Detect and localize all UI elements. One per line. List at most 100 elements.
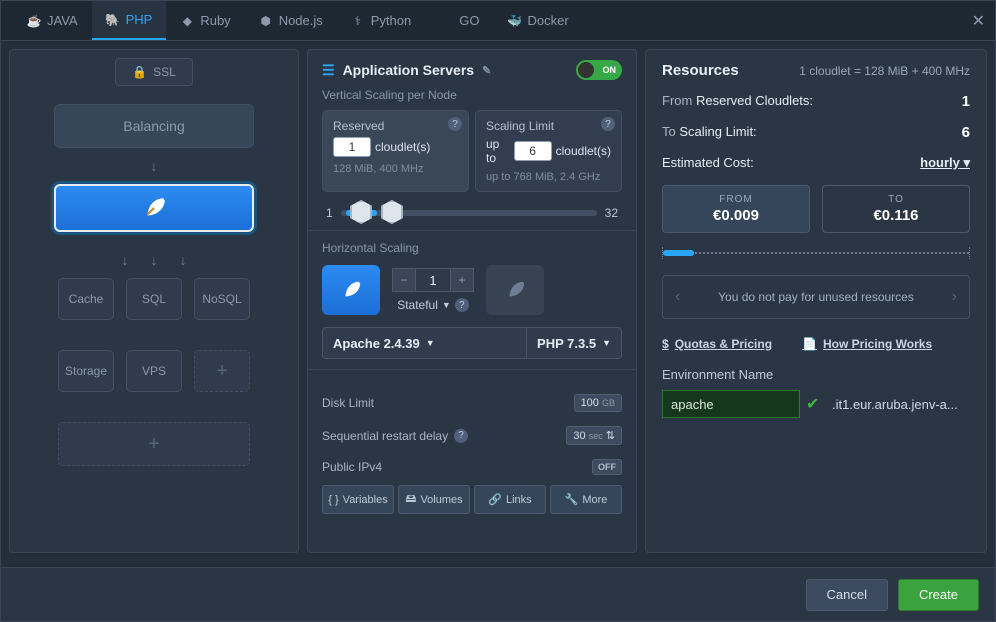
scaling-limit-card: ? Scaling Limit up to cloudlet(s) up to … — [475, 110, 622, 192]
cache-tile[interactable]: Cache — [58, 278, 114, 320]
volumes-button[interactable]: 🖴Volumes — [398, 485, 470, 514]
help-icon[interactable]: ? — [448, 117, 462, 131]
chevron-left-icon[interactable]: ‹ — [675, 288, 680, 306]
lock-icon: 🔒 — [132, 65, 147, 79]
links-button[interactable]: 🔗Links — [474, 485, 546, 514]
cost-to-box: TO €0.116 — [822, 185, 970, 233]
ipv4-toggle[interactable]: OFF — [592, 459, 622, 475]
docker-icon: 🐳 — [507, 14, 521, 28]
decrease-button[interactable]: − — [392, 268, 416, 292]
java-icon: ☕ — [27, 14, 41, 28]
reserved-input[interactable] — [333, 137, 371, 157]
chevron-down-icon: ▼ — [442, 300, 451, 310]
node-tile-template[interactable] — [486, 265, 544, 315]
topology-panel: 🔒 SSL Balancing ↓ ↓ ↓ ↓ Cache SQL NoSQL … — [9, 49, 299, 553]
quotas-link[interactable]: $Quotas & Pricing — [662, 337, 772, 351]
cost-range-bar — [662, 247, 970, 259]
horizontal-scaling-label: Horizontal Scaling — [322, 241, 622, 255]
lang-dropdown[interactable]: PHP 7.3.5▼ — [526, 328, 621, 358]
feather-icon — [141, 195, 167, 221]
close-icon[interactable]: ✕ — [972, 11, 985, 31]
slider-thumb-limit[interactable] — [381, 200, 403, 224]
sql-tile[interactable]: SQL — [126, 278, 182, 320]
balancing-tile[interactable]: Balancing — [54, 104, 254, 148]
variables-button[interactable]: { }Variables — [322, 485, 394, 514]
tab-go[interactable]: GO — [425, 1, 493, 40]
arrow-down-icon: ↓ — [180, 252, 187, 268]
tab-docker[interactable]: 🐳Docker — [493, 1, 582, 40]
env-name-input[interactable]: apache — [662, 390, 800, 418]
node-tile-active[interactable] — [322, 265, 380, 315]
app-server-tile[interactable] — [54, 184, 254, 232]
info-banner: ‹ You do not pay for unused resources › — [662, 275, 970, 319]
link-icon: 🔗 — [488, 493, 502, 506]
increase-button[interactable]: + — [450, 268, 474, 292]
arrow-down-icon: ↓ — [151, 252, 158, 268]
disk-limit-value[interactable]: 100 GB — [574, 394, 622, 412]
wrench-icon: 🔧 — [565, 493, 579, 506]
app-servers-header: ☰ Application Servers ✎ ON — [322, 60, 622, 80]
scaling-limit-value: 6 — [962, 124, 970, 141]
cost-from-box: FROM €0.009 — [662, 185, 810, 233]
how-pricing-link[interactable]: 📄How Pricing Works — [802, 337, 932, 351]
tab-java[interactable]: ☕JAVA — [13, 1, 92, 40]
restart-delay-value[interactable]: 30 sec ⇅ — [566, 426, 622, 445]
node-count: 1 — [416, 268, 450, 292]
cloudlet-slider[interactable]: 1 32 — [326, 206, 618, 220]
add-extra-tile[interactable]: + — [194, 350, 250, 392]
feather-icon — [504, 279, 526, 301]
vertical-scaling-label: Vertical Scaling per Node — [322, 88, 622, 102]
check-icon: ✔ — [806, 394, 826, 414]
help-icon[interactable]: ? — [601, 117, 615, 131]
braces-icon: { } — [328, 494, 338, 506]
help-icon[interactable]: ? — [454, 429, 468, 443]
cloudlet-note: 1 cloudlet = 128 MiB + 400 MHz — [799, 64, 970, 78]
stateful-dropdown[interactable]: Stateful ▼ ? — [397, 298, 469, 312]
env-name-label: Environment Name — [662, 367, 970, 382]
help-icon[interactable]: ? — [455, 298, 469, 312]
reserved-cloudlets-value: 1 — [962, 93, 970, 110]
tab-ruby[interactable]: ◆Ruby — [166, 1, 244, 40]
tab-nodejs[interactable]: ⬢Node.js — [245, 1, 337, 40]
chevron-down-icon: ▼ — [426, 338, 435, 348]
go-icon — [439, 14, 453, 28]
tab-python[interactable]: ⚕Python — [337, 1, 425, 40]
tab-php[interactable]: 🐘PHP — [92, 1, 167, 40]
server-toggle[interactable]: ON — [576, 60, 622, 80]
python-icon: ⚕ — [351, 14, 365, 28]
language-tabs: ☕JAVA 🐘PHP ◆Ruby ⬢Node.js ⚕Python GO 🐳Do… — [1, 1, 995, 41]
resources-panel: Resources 1 cloudlet = 128 MiB + 400 MHz… — [645, 49, 987, 553]
reserved-card: ? Reserved cloudlet(s) 128 MiB, 400 MHz — [322, 110, 469, 192]
document-icon: 📄 — [802, 337, 817, 351]
public-ipv4-row: Public IPv4 OFF — [322, 459, 622, 475]
nosql-tile[interactable]: NoSQL — [194, 278, 250, 320]
disk-limit-row: Disk Limit 100 GB — [322, 394, 622, 412]
disk-icon: 🖴 — [405, 490, 416, 509]
server-dropdown[interactable]: Apache 2.4.39▼ — [323, 336, 526, 351]
slider-thumb-reserved[interactable] — [350, 200, 372, 224]
chevron-down-icon: ▼ — [602, 338, 611, 348]
nodejs-icon: ⬢ — [259, 14, 273, 28]
storage-tile[interactable]: Storage — [58, 350, 114, 392]
edit-icon[interactable]: ✎ — [482, 64, 491, 77]
config-panel: ☰ Application Servers ✎ ON Vertical Scal… — [307, 49, 637, 553]
arrow-down-icon: ↓ — [151, 158, 158, 174]
ssl-button[interactable]: 🔒 SSL — [115, 58, 193, 86]
feather-icon — [340, 279, 362, 301]
more-button[interactable]: 🔧More — [550, 485, 622, 514]
dialog-footer: Cancel Create — [1, 567, 995, 621]
add-layer-tile[interactable]: + — [58, 422, 250, 466]
vps-tile[interactable]: VPS — [126, 350, 182, 392]
chevron-right-icon[interactable]: › — [952, 288, 957, 306]
cancel-button[interactable]: Cancel — [806, 579, 888, 611]
limit-input[interactable] — [514, 141, 552, 161]
create-button[interactable]: Create — [898, 579, 979, 611]
ruby-icon: ◆ — [180, 14, 194, 28]
server-version-bar: Apache 2.4.39▼ PHP 7.3.5▼ — [322, 327, 622, 359]
menu-icon[interactable]: ☰ — [322, 62, 335, 79]
restart-delay-row: Sequential restart delay ? 30 sec ⇅ — [322, 426, 622, 445]
php-icon: 🐘 — [106, 13, 120, 27]
env-domain-suffix: .it1.eur.aruba.jenv-a... — [832, 397, 958, 412]
dollar-icon: $ — [662, 337, 669, 351]
cost-period-dropdown[interactable]: hourly ▾ — [920, 155, 970, 171]
